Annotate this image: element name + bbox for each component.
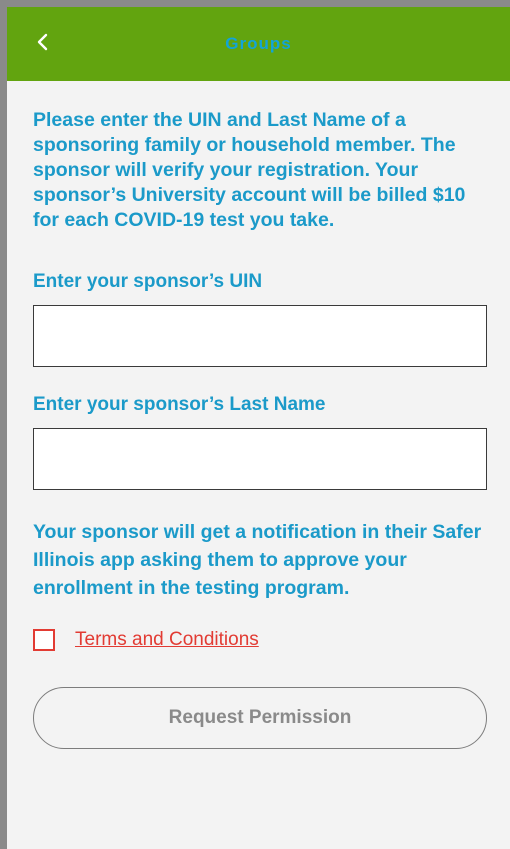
terms-row: Terms and Conditions (33, 629, 259, 651)
app-screen: Groups Please enter the UIN and Last Nam… (7, 7, 510, 849)
intro-text: Please enter the UIN and Last Name of a … (33, 109, 466, 231)
terms-and-conditions-link[interactable]: Terms and Conditions (75, 629, 259, 651)
header-bar: Groups (7, 7, 510, 81)
terms-checkbox[interactable] (33, 629, 55, 651)
last-name-label: Enter your sponsor’s Last Name (33, 394, 326, 415)
notification-text: Your sponsor will get a notification in … (33, 521, 482, 599)
uin-label: Enter your sponsor’s UIN (33, 271, 263, 292)
page-title: Groups (225, 34, 292, 53)
request-permission-button[interactable]: Request Permission (33, 687, 487, 749)
sponsor-last-name-input[interactable] (33, 428, 487, 490)
sponsor-uin-input[interactable] (33, 305, 487, 367)
